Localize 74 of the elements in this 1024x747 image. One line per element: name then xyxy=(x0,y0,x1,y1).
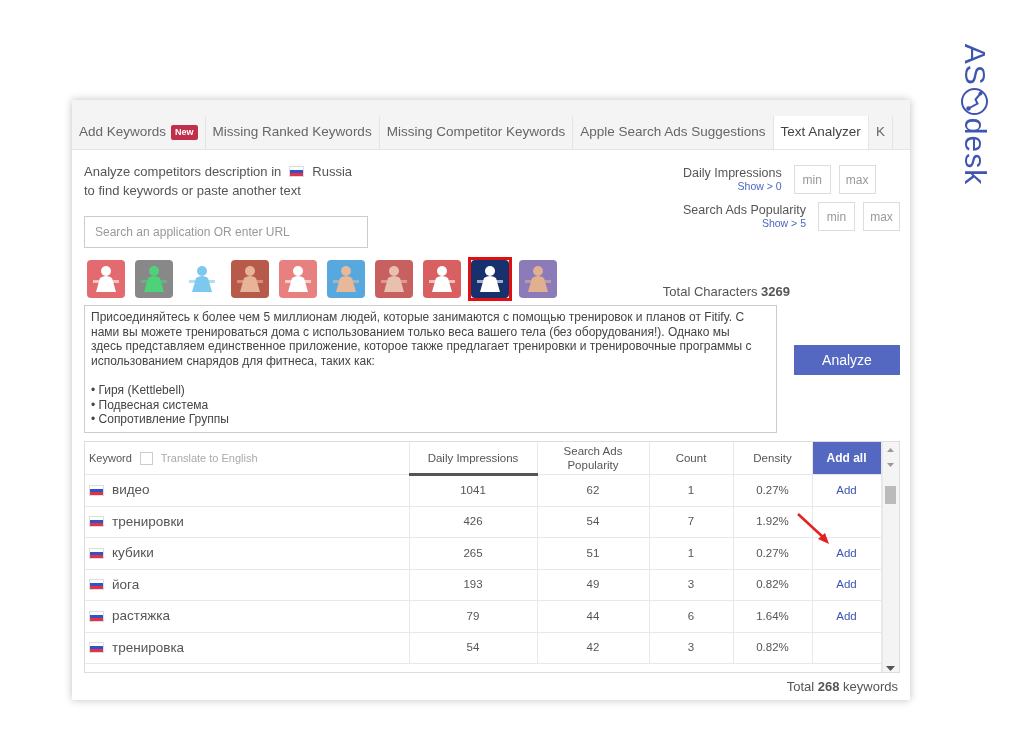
scroll-thumb[interactable] xyxy=(885,486,896,504)
show-filter-link[interactable]: Show > 0 xyxy=(683,179,782,193)
table-cell: 1 xyxy=(687,483,695,496)
keyword-cell-text: йога xyxy=(112,575,140,594)
keyword-cell-text: растяжка xyxy=(112,607,170,626)
checkbox-label: Translate to English xyxy=(160,451,258,465)
table-cell: 49 xyxy=(586,578,600,591)
table-cell: 426 xyxy=(463,515,483,528)
show-filter-link[interactable]: Show > 5 xyxy=(683,216,806,230)
table-cell: 1.64% xyxy=(756,609,789,622)
intro-text: to find keywords or paste another text xyxy=(84,182,302,200)
tab[interactable]: Text Analyzer xyxy=(773,116,869,149)
scroll-down-icon[interactable] xyxy=(886,663,895,672)
add-link[interactable]: Add xyxy=(836,483,857,496)
table-cell: 0.27% xyxy=(756,546,789,559)
flag-icon xyxy=(89,610,104,622)
max-field[interactable]: max xyxy=(838,165,876,194)
column-header: Keyword xyxy=(89,451,132,465)
table-cell: 1 xyxy=(687,546,695,559)
keyword-cell-text: тренировка xyxy=(112,638,185,657)
analyze-button[interactable]: Analyze xyxy=(794,345,900,375)
table-cell: 44 xyxy=(586,609,600,622)
app-icon-button[interactable] xyxy=(468,257,512,301)
search-field[interactable]: Search an application OR enter URL xyxy=(84,216,368,248)
keyword-cell-text: тренировки xyxy=(112,512,184,531)
table-cell: 62 xyxy=(586,483,600,496)
annotation-arrow xyxy=(796,512,832,546)
table-cell: 265 xyxy=(463,546,483,559)
min-field[interactable]: min xyxy=(818,202,855,231)
column-header[interactable]: Density xyxy=(733,442,812,475)
logo-text: AS xyxy=(957,43,993,86)
table-cell: 54 xyxy=(586,515,600,528)
add-link[interactable]: Add xyxy=(836,609,857,622)
total-keywords: Total 268 keywords xyxy=(785,677,898,696)
keyword-cell-text: видео xyxy=(112,481,150,500)
table-cell: 193 xyxy=(463,578,483,591)
total-characters: Total Characters 3269 xyxy=(662,282,790,301)
table-cell: 42 xyxy=(586,641,600,654)
flag-icon xyxy=(89,516,104,528)
filter-label: Daily Impressions xyxy=(683,165,782,180)
max-field[interactable]: max xyxy=(863,202,900,231)
flag-icon xyxy=(89,642,104,654)
flag-icon xyxy=(89,579,104,591)
table-cell: 0.82% xyxy=(756,641,789,654)
table-cell: 54 xyxy=(466,641,480,654)
column-header[interactable]: Search Ads Popularity xyxy=(537,442,649,475)
flag-icon xyxy=(89,484,104,496)
table-cell: 0.82% xyxy=(756,578,789,591)
add-all-button[interactable]: Add all xyxy=(812,442,881,474)
table-cell: 0.27% xyxy=(756,483,789,496)
table-cell: 1.92% xyxy=(756,515,789,528)
keyword-cell-text: кубики xyxy=(112,544,154,563)
table-cell: 7 xyxy=(687,515,695,528)
column-header[interactable]: Daily Impressions xyxy=(409,442,537,475)
add-link[interactable]: Add xyxy=(836,578,857,591)
filter-label: Search Ads Popularity xyxy=(683,202,806,217)
table-cell: 3 xyxy=(687,641,695,654)
intro-text: Analyze competitors description in xyxy=(84,163,282,181)
min-field[interactable]: min xyxy=(793,165,831,194)
new-badge: New xyxy=(171,124,198,141)
table-cell: 51 xyxy=(586,546,600,559)
table-cell: 3 xyxy=(687,578,695,591)
table-cell: 1041 xyxy=(460,484,486,497)
logo-text: desk xyxy=(957,117,993,186)
flag-icon xyxy=(89,547,104,559)
column-header[interactable]: Count xyxy=(649,442,733,475)
description-field[interactable]: Присоединяйтесь к более чем 5 миллионам людей, которые занимаются с помощью тренировок и планов от Fitify. С нами вы можете тренироваться дома с использованием только веса вашего тела (без оборудования!). Однако мы здесь представляем единственное приложение, которое также предлагает тренировки и тренировочные программы с использованием снарядов для фитнеса, таких как: • Гиря (Kettlebell) • Подвесная система • Сопротивление Группы xyxy=(84,305,777,433)
table-cell: 79 xyxy=(466,609,480,622)
table-cell: 6 xyxy=(687,609,695,622)
flag-icon xyxy=(289,166,305,177)
chart-circle-icon xyxy=(960,86,990,117)
add-link[interactable]: Add xyxy=(836,546,857,559)
translate-checkbox[interactable] xyxy=(139,451,153,465)
country-label: Russia xyxy=(312,163,352,181)
